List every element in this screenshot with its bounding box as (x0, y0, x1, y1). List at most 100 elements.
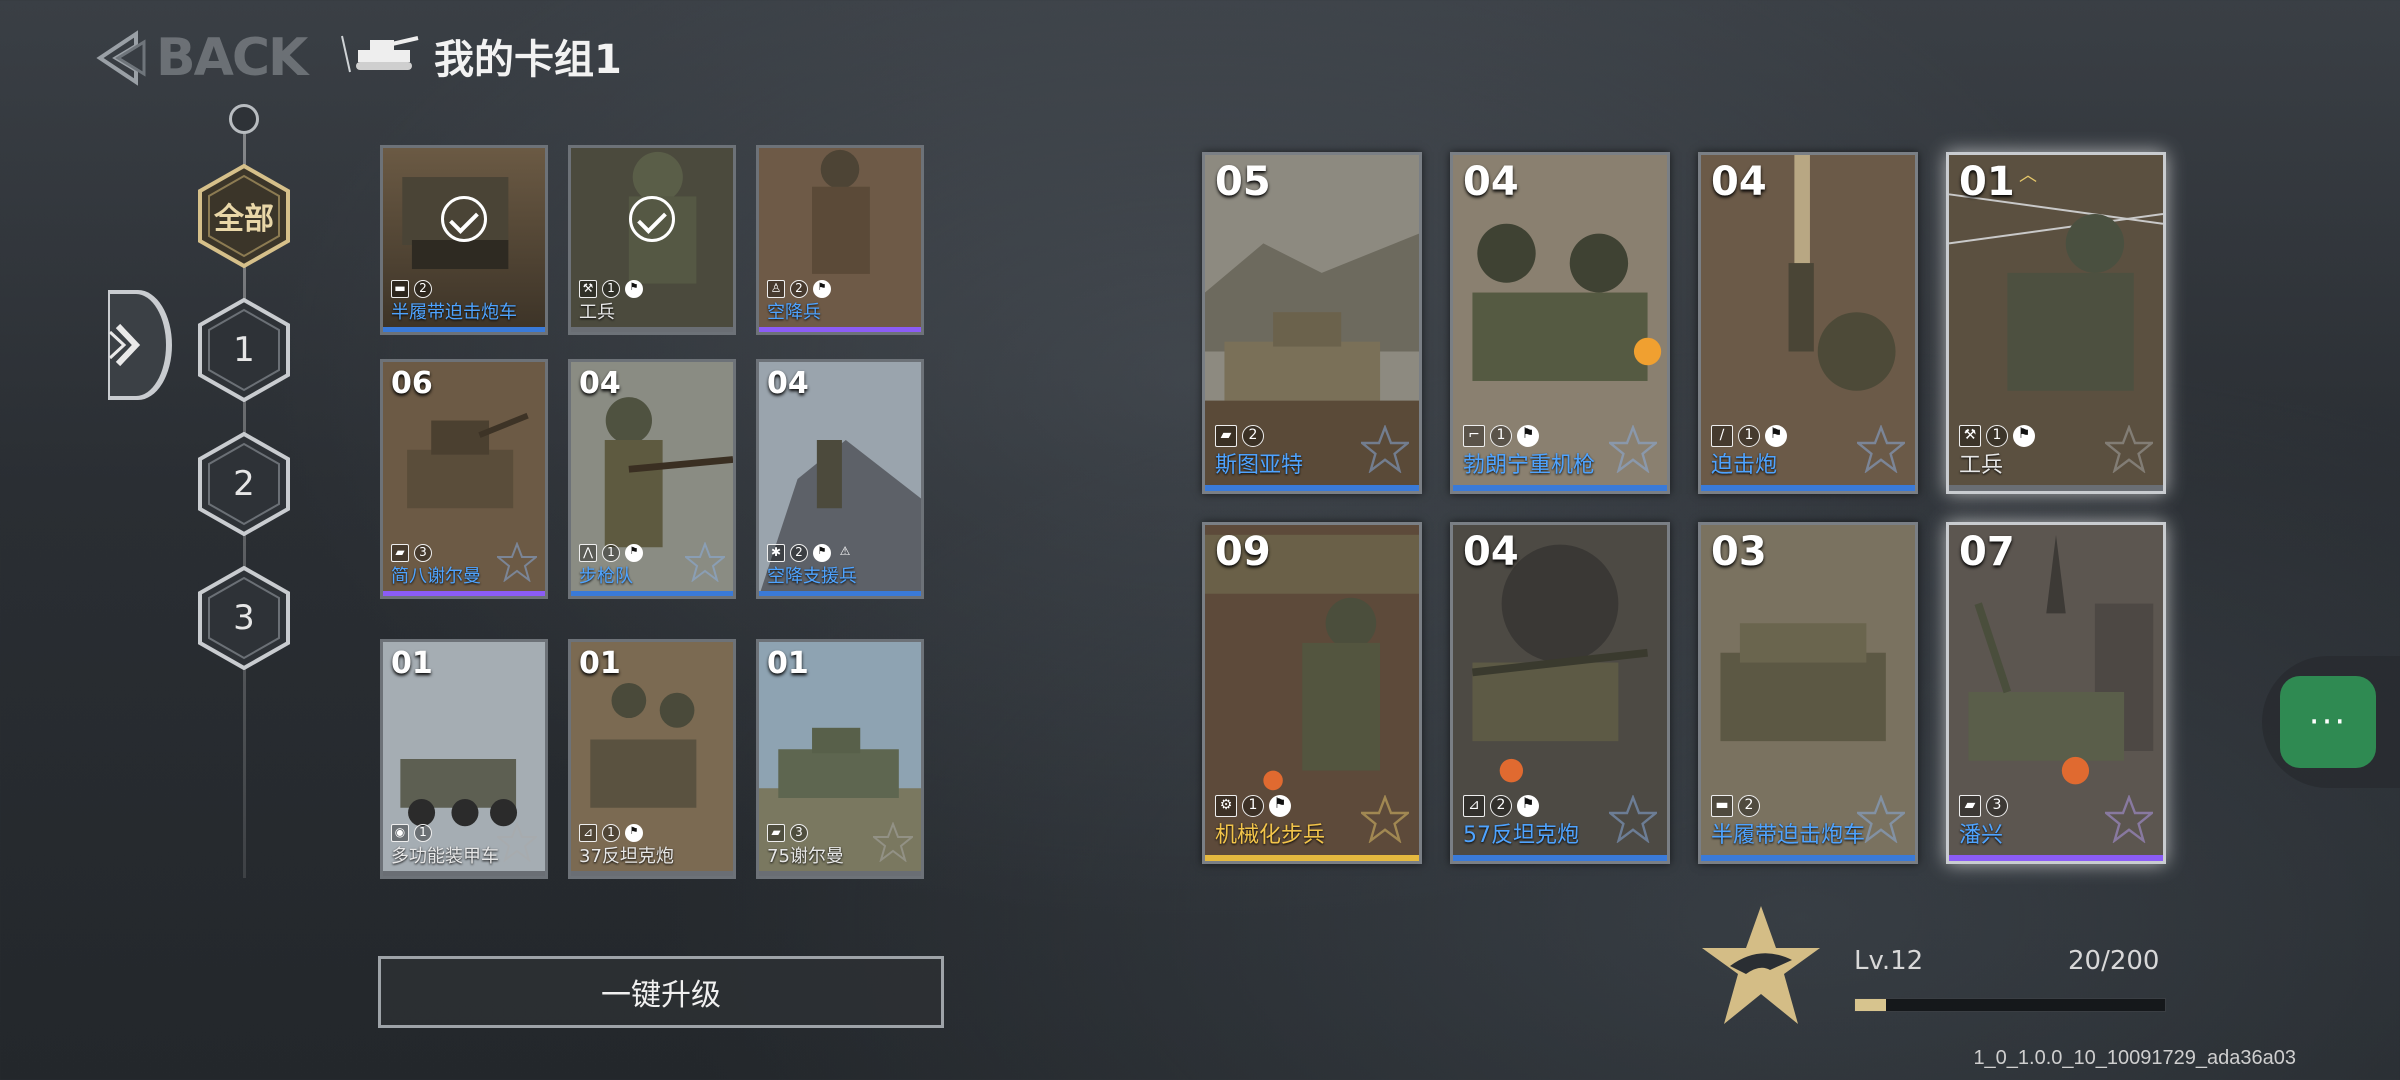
card-level: 2 (790, 544, 808, 562)
deck-card[interactable]: 04 ∕ 1 ⚑ 迫击炮 (1698, 152, 1918, 494)
card-level: 1 (1242, 795, 1264, 817)
card-cost: 04 (579, 366, 621, 401)
filter-1[interactable]: 1 (196, 298, 292, 402)
card-cost: 04 (1463, 159, 1519, 205)
card-stats: ⊿ 2 ⚑ (1463, 795, 1539, 817)
filter-2[interactable]: 2 (196, 432, 292, 536)
card-name: 57反坦克炮 (1463, 823, 1579, 848)
deck-card[interactable]: 03 ▬ 2 半履带迫击炮车 (1698, 522, 1918, 864)
collection-card[interactable]: 04 ⋀ 1 ⚑ 步枪队 (568, 359, 736, 599)
filter-all[interactable]: 全部 (196, 164, 292, 268)
tank-type-icon: ▰ (1959, 795, 1981, 817)
card-level: 2 (1242, 425, 1264, 447)
faction-star-icon (873, 822, 913, 862)
card-cost: 05 (1215, 159, 1271, 205)
card-cost: 01 (579, 646, 621, 681)
warning-icon: ⚠ (839, 544, 851, 558)
faction-star-icon (2105, 425, 2153, 473)
experience-bar (1854, 998, 2166, 1012)
rarity-bar (1949, 855, 2163, 861)
armored-car-type-icon: ◉ (391, 824, 409, 842)
card-level: 1 (602, 544, 620, 562)
card-stats: ✱ 2 ⚑ ⚠ (767, 544, 854, 562)
deck-card[interactable]: 05 ▰ 2 斯图亚特 (1202, 152, 1422, 494)
deck-card[interactable]: ︿ 01 ⚒ 1 ⚑ 工兵 (1946, 152, 2166, 494)
card-stats: ⚒ 1 ⚑ (579, 280, 643, 298)
deck-card[interactable]: 09 ⚙ 1 ⚑ 机械化步兵 (1202, 522, 1422, 864)
card-level: 1 (414, 824, 432, 842)
card-level: 2 (414, 280, 432, 298)
card-name: 空降支援兵 (767, 566, 857, 587)
card-name: 多功能装甲车 (391, 846, 499, 867)
antitank-type-icon: ⊿ (579, 824, 597, 842)
card-name: 斯图亚特 (1215, 453, 1304, 478)
collection-card[interactable]: 06 ▰ 3 简八谢尔曼 (380, 359, 548, 599)
collection-card[interactable]: ▬ 2 半履带迫击炮车 (380, 145, 548, 335)
card-stats: ♙ 2 ⚑ (767, 280, 831, 298)
collection-card[interactable]: ♙ 2 ⚑ 空降兵 (756, 145, 924, 335)
filter-3[interactable]: 3 (196, 566, 292, 670)
collection-card[interactable]: ︿ 01 ▰ 3 75谢尔曼 (756, 639, 924, 879)
card-stats: ∕ 1 ⚑ (1711, 425, 1787, 447)
card-stats: ⊿ 1 ⚑ (579, 824, 643, 842)
antitank-type-icon: ⊿ (1463, 795, 1485, 817)
experience-bar-fill (1855, 999, 1886, 1011)
deck-card[interactable]: 04 ⊿ 2 ⚑ 57反坦克炮 (1450, 522, 1670, 864)
back-arrow-icon (92, 28, 152, 88)
filter-all-label: 全部 (214, 202, 274, 237)
collection-card[interactable]: 01 ◉ 1 多功能装甲车 (380, 639, 548, 879)
card-collection: ▬ 2 半履带迫击炮车 ⚒ 1 ⚑ 工兵 ♙ 2 ⚑ 空降兵 06 ▰ 3 简八… (380, 145, 940, 905)
rarity-bar (759, 591, 921, 596)
card-stats: ▰ 3 (1959, 795, 2008, 817)
collection-card[interactable]: ︿ 01 ⊿ 1 ⚑ 37反坦克炮 (568, 639, 736, 879)
rarity-bar (383, 871, 545, 876)
filter-1-label: 1 (233, 330, 255, 370)
rarity-bar (759, 871, 921, 876)
rarity-bar (383, 591, 545, 596)
back-label: BACK (156, 28, 308, 88)
card-cost: 07 (1959, 529, 2015, 575)
back-button[interactable]: BACK (92, 22, 308, 94)
card-cost: 06 (391, 366, 433, 401)
card-name: 75谢尔曼 (767, 846, 844, 867)
card-stats: ▰ 3 (767, 824, 808, 842)
side-panel-toggle[interactable] (108, 290, 172, 400)
version-label: 1_0_1.0.0_10_10091729_ada36a03 (1973, 1047, 2296, 1069)
collection-card[interactable]: 04 ✱ 2 ⚑ ⚠ 空降支援兵 (756, 359, 924, 599)
machinegun-type-icon: ⌐ (1463, 425, 1485, 447)
rarity-bar (1453, 855, 1667, 861)
flag-icon: ⚑ (625, 544, 643, 562)
rarity-bar (1205, 855, 1419, 861)
card-name: 步枪队 (579, 566, 633, 587)
rifle-type-icon: ⋀ (579, 544, 597, 562)
card-name: 空降兵 (767, 302, 821, 323)
card-stats: ⚒ 1 ⚑ (1959, 425, 2035, 447)
collection-card[interactable]: ⚒ 1 ⚑ 工兵 (568, 145, 736, 335)
card-stats: ▬ 2 (391, 280, 432, 298)
player-level: Lv.12 (1854, 946, 1924, 976)
filter-3-label: 3 (233, 598, 255, 638)
filter-2-label: 2 (233, 464, 255, 504)
tank-type-icon: ▰ (391, 544, 409, 562)
deck-card[interactable]: 07 ▰ 3 潘兴 (1946, 522, 2166, 864)
card-level: 3 (790, 824, 808, 842)
card-stats: ⚙ 1 ⚑ (1215, 795, 1291, 817)
card-level: 1 (1738, 425, 1760, 447)
experience-count: 20/200 (2068, 946, 2160, 976)
faction-star-icon (1361, 425, 1409, 473)
flag-icon: ⚑ (813, 280, 831, 298)
deck-card[interactable]: 04 ⌐ 1 ⚑ 勃朗宁重机枪 (1450, 152, 1670, 494)
card-name: 迫击炮 (1711, 453, 1778, 478)
mortar-type-icon: ∕ (1711, 425, 1733, 447)
card-level: 2 (1738, 795, 1760, 817)
one-click-upgrade-button[interactable]: 一键升级 (378, 956, 944, 1028)
card-level: 1 (602, 280, 620, 298)
chat-button[interactable]: ··· (2262, 656, 2400, 788)
rarity-bar (571, 871, 733, 876)
faction-star-icon (497, 542, 537, 582)
flag-icon: ⚑ (813, 544, 831, 562)
card-cost: 03 (1711, 529, 1767, 575)
card-name: 勃朗宁重机枪 (1463, 453, 1596, 478)
rarity-bar (571, 591, 733, 596)
card-level: 3 (1986, 795, 2008, 817)
